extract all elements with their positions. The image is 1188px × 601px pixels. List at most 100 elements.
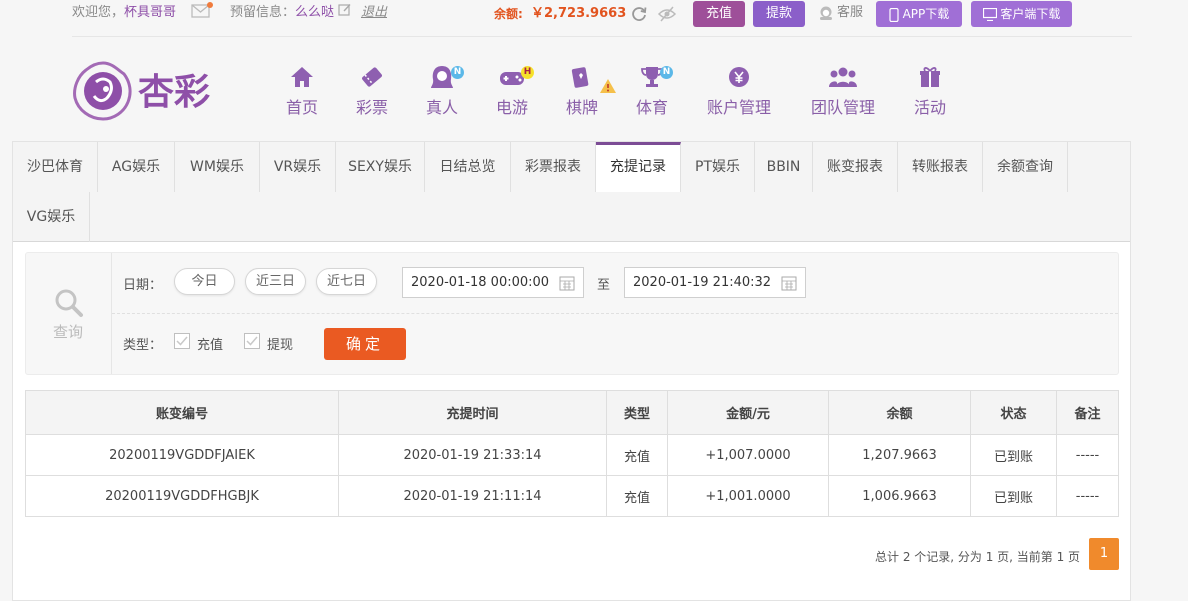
reserved-label: 预留信息：: [230, 5, 296, 20]
warning-triangle-icon: [600, 79, 616, 93]
tab-vg[interactable]: VG娱乐: [13, 192, 90, 242]
cell-remark: -----: [1056, 475, 1119, 517]
nav-badge: H: [521, 66, 534, 79]
gift-icon: [920, 67, 940, 87]
nav-item-chess[interactable]: 棋牌: [561, 64, 616, 118]
client-download-button[interactable]: 客户端下载: [971, 1, 1072, 27]
recharge-checkbox[interactable]: [174, 333, 190, 349]
cell-type: 充值: [606, 475, 668, 517]
col-header: 状态: [970, 390, 1057, 435]
cell-time: 2020-01-19 21:11:14: [338, 475, 607, 517]
start-date-input[interactable]: 2020-01-18 00:00:00: [402, 267, 584, 298]
start-date-value: 2020-01-18 00:00:00: [411, 275, 550, 290]
top-bar: 欢迎您， 杯具哥哥 预留信息： 么么哒 退出 余额: ￥2,723.9663 充…: [0, 0, 1188, 37]
nav-item-sports[interactable]: N 体育: [631, 64, 673, 118]
logout-link[interactable]: 退出: [361, 4, 387, 22]
nav-item-lottery[interactable]: 彩票: [351, 64, 393, 118]
team-icon: [829, 67, 857, 87]
mail-icon[interactable]: [191, 2, 213, 26]
tab-lottery-report[interactable]: 彩票报表: [511, 142, 596, 192]
tab-transfer-report[interactable]: 转账报表: [898, 142, 983, 192]
balance-value: ￥2,723.9663: [531, 6, 627, 21]
page-1-button[interactable]: 1: [1089, 538, 1119, 570]
nav-item-account[interactable]: 账户管理: [704, 64, 774, 118]
col-header: 余额: [828, 390, 971, 435]
tab-deposit-withdraw-records[interactable]: 充提记录: [596, 142, 681, 192]
quick-7days-button[interactable]: 近七日: [316, 268, 377, 295]
tab-bbin[interactable]: BBIN: [755, 142, 813, 192]
tab-balance-query[interactable]: 余额查询: [983, 142, 1068, 192]
cell-order-id: 20200119VGDDFHGBJK: [25, 475, 339, 517]
date-label: 日期：: [123, 278, 163, 293]
quick-3days-button[interactable]: 近三日: [245, 268, 306, 295]
date-range-to: 至: [597, 278, 611, 293]
query-label: 查询: [53, 323, 84, 341]
records-panel: 沙巴体育 AG娱乐 WM娱乐 VR娱乐 SEXY娱乐 日结总览 彩票报表 充提记…: [12, 141, 1131, 601]
nav-item-home[interactable]: 首页: [281, 64, 323, 118]
nav-label: 账户管理: [706, 98, 771, 117]
cell-time: 2020-01-19 21:33:14: [338, 434, 607, 476]
withdraw-checkbox[interactable]: [244, 333, 260, 349]
cell-status: 已到账: [970, 434, 1057, 476]
tab-pt[interactable]: PT娱乐: [681, 142, 755, 192]
tab-saba-sports[interactable]: 沙巴体育: [13, 142, 98, 192]
edit-icon[interactable]: [338, 3, 352, 23]
nav-label: 团队管理: [810, 98, 875, 117]
calendar-icon[interactable]: [559, 275, 575, 291]
cell-type: 充值: [606, 434, 668, 476]
logo-emblem-icon: [73, 61, 132, 121]
col-header: 账变编号: [25, 390, 339, 435]
cell-order-id: 20200119VGDDFJAIEK: [25, 434, 339, 476]
calendar-icon[interactable]: [781, 275, 797, 291]
nav-item-team[interactable]: 团队管理: [808, 64, 878, 118]
nav-item-promo[interactable]: 活动: [910, 64, 950, 118]
hide-balance-icon[interactable]: [657, 5, 677, 29]
quick-today-button[interactable]: 今日: [174, 268, 235, 295]
nav-label: 体育: [635, 98, 668, 117]
pagination-summary: 总计 2 个记录, 分为 1 页, 当前第 1 页: [875, 550, 1081, 564]
nav-item-live[interactable]: N 真人: [421, 64, 464, 118]
nav-label: 首页: [285, 98, 318, 117]
site-logo[interactable]: 杏彩: [72, 60, 224, 122]
nav-item-egame[interactable]: H 电游: [491, 64, 534, 118]
customer-service-link[interactable]: 客服: [837, 4, 863, 22]
tab-vr[interactable]: VR娱乐: [260, 142, 336, 192]
tab-ag[interactable]: AG娱乐: [98, 142, 175, 192]
cell-status: 已到账: [970, 475, 1057, 517]
withdraw-checkbox-label: 提现: [267, 338, 294, 353]
table-row: 20200119VGDDFHGBJK 2020-01-19 21:11:14 充…: [25, 475, 1119, 517]
monitor-icon: [982, 8, 997, 21]
tab-account-change[interactable]: 账变报表: [813, 142, 898, 192]
tab-sexy[interactable]: SEXY娱乐: [336, 142, 425, 192]
nav-badge: N: [451, 66, 464, 79]
nav-label: 棋牌: [565, 98, 598, 117]
refresh-icon[interactable]: [630, 5, 648, 29]
customer-service-icon[interactable]: [818, 5, 834, 27]
tab-wm[interactable]: WM娱乐: [175, 142, 260, 192]
nav-label: 真人: [425, 98, 458, 117]
end-date-input[interactable]: 2020-01-19 21:40:32: [624, 267, 806, 298]
recharge-checkbox-label: 充值: [197, 338, 224, 353]
nav-label: 电游: [495, 98, 528, 117]
col-header: 类型: [606, 390, 668, 435]
tab-daily-summary[interactable]: 日结总览: [425, 142, 511, 192]
cell-amount: +1,001.0000: [667, 475, 829, 517]
cell-balance: 1,006.9663: [828, 475, 971, 517]
phone-icon: [889, 7, 899, 22]
username-link[interactable]: 杯具哥哥: [124, 4, 176, 22]
records-table: 账变编号 充提时间 类型 金额/元 余额 状态 备注 20200119VGDDF…: [25, 390, 1119, 517]
app-download-button[interactable]: APP下载: [876, 1, 962, 27]
search-filter: 查询 日期： 今日 近三日 近七日 2020-01-18 00:00:00 至 …: [25, 252, 1119, 375]
col-header: 金额/元: [667, 390, 829, 435]
cell-remark: -----: [1056, 434, 1119, 476]
report-tabs: 沙巴体育 AG娱乐 WM娱乐 VR娱乐 SEXY娱乐 日结总览 彩票报表 充提记…: [13, 142, 1130, 242]
nav-badge: N: [660, 66, 673, 79]
recharge-button[interactable]: 充值: [693, 1, 745, 27]
ticket-icon: [362, 67, 382, 87]
withdraw-button[interactable]: 提款: [753, 1, 805, 27]
checkmark-icon: [246, 336, 258, 346]
checkmark-icon: [176, 336, 188, 346]
confirm-button[interactable]: 确定: [324, 328, 406, 360]
query-sidebar: 查询: [26, 253, 112, 374]
type-label: 类型：: [123, 338, 163, 353]
